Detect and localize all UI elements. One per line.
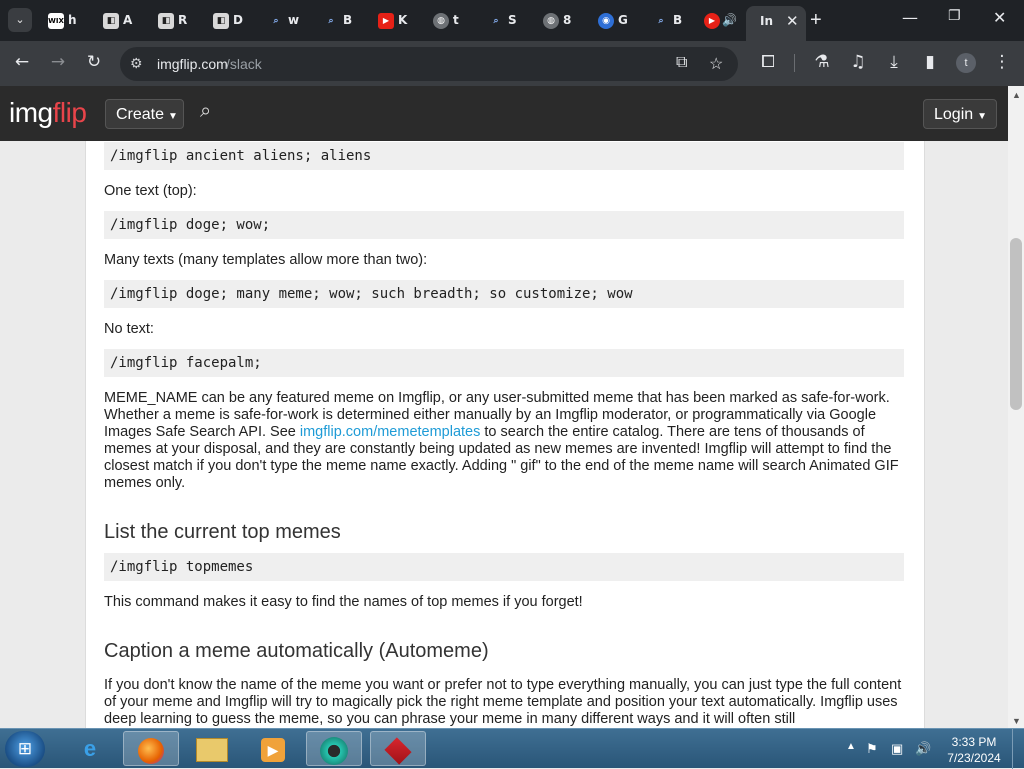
extensions-icon[interactable]: ⧠ [756, 51, 780, 73]
media-player-icon[interactable]: ▶ [245, 731, 301, 766]
tab-5[interactable]: ⌕ w [268, 9, 318, 33]
toolbar-divider [794, 54, 795, 72]
topmemes-paragraph: This command makes it easy to find the n… [104, 594, 583, 610]
forward-button[interactable]: → [46, 51, 70, 73]
internet-explorer-icon[interactable]: e [62, 731, 118, 766]
tab-3[interactable]: ◧ R [158, 9, 208, 33]
tab-search-button[interactable]: ⌄ [8, 8, 32, 32]
network-icon[interactable]: ▣ [891, 741, 903, 757]
windows-taskbar: ⊞ e ▶ ▲ ⚑ ▣ 🔊 3:33 PM 7/23/2024 [0, 728, 1024, 769]
code-example-aliens: /imgflip ancient aliens; aliens [104, 142, 904, 170]
youtube-icon: ▶ [378, 13, 394, 29]
show-desktop-button[interactable] [1012, 729, 1024, 769]
globe-icon: ◍ [543, 13, 559, 29]
label-many-texts: Many texts (many templates allow more th… [104, 252, 428, 268]
page-content: /imgflip ancient aliens; aliens One text… [0, 141, 1008, 728]
address-bar[interactable]: ⚙ imgflip.com /slack ⧉ ☆ [120, 47, 738, 81]
search-icon: ⌕ [658, 16, 664, 26]
youtube-audio-icon: ▶ [704, 13, 720, 29]
lens-icon: ◉ [598, 13, 614, 29]
firefox-icon[interactable] [123, 731, 179, 766]
tab-8[interactable]: ◍ t [433, 9, 483, 33]
tab-active-imgflip[interactable]: In ✕ [746, 6, 806, 41]
search-icon: ⌕ [273, 16, 279, 26]
close-tab-icon[interactable]: ✕ [786, 12, 799, 30]
heading-top-memes: List the current top memes [104, 521, 341, 543]
imgflip-logo[interactable]: imgflip [9, 97, 87, 129]
back-button[interactable]: ← [10, 51, 34, 73]
tab-2[interactable]: ◧ A [103, 9, 153, 33]
labs-flask-icon[interactable]: ⚗ [810, 51, 834, 73]
chevron-down-icon: ▼ [977, 111, 988, 122]
start-button[interactable]: ⊞ [5, 731, 45, 767]
label-one-text: One text (top): [104, 183, 197, 199]
wix-icon: WIX [48, 13, 64, 29]
site-info-icon[interactable]: ⚙ [130, 55, 143, 72]
chrome-like-icon[interactable] [306, 731, 362, 766]
code-example-facepalm: /imgflip facepalm; [104, 349, 904, 377]
heading-automeme: Caption a meme automatically (Automeme) [104, 640, 489, 662]
automeme-paragraph: If you don't know the name of the meme y… [104, 677, 902, 727]
site-header: imgflip Create ▼ ⌕ Login ▼ [0, 86, 1008, 141]
tab-9[interactable]: ⌕ S [488, 9, 538, 33]
profile-avatar[interactable]: t [956, 53, 976, 73]
code-example-topmemes: /imgflip topmemes [104, 553, 904, 581]
url-path: /slack [226, 56, 262, 72]
chevron-down-icon: ▼ [168, 111, 178, 122]
content-panel: /imgflip ancient aliens; aliens One text… [85, 141, 925, 728]
tab-7[interactable]: ▶ K [378, 9, 428, 33]
bookmark-star-icon[interactable]: ☆ [709, 54, 723, 74]
volume-icon[interactable]: 🔊 [915, 741, 931, 757]
scroll-down-arrow-icon[interactable]: ▼ [1012, 716, 1021, 726]
browser-toolbar: ← → ↻ ⚙ imgflip.com /slack ⧉ ☆ ⧠ ⚗ ♫ ⤓ ▮… [0, 41, 1024, 86]
tab-12[interactable]: ⌕ B [653, 9, 703, 33]
page-icon: ◧ [158, 13, 174, 29]
media-control-icon[interactable]: ♫ [846, 51, 870, 73]
tab-11[interactable]: ◉ G [598, 9, 648, 33]
new-tab-button[interactable]: + [810, 9, 822, 31]
label-no-text: No text: [104, 321, 154, 337]
action-center-flag-icon[interactable]: ⚑ [866, 741, 878, 757]
page-icon: ◧ [103, 13, 119, 29]
tab-6[interactable]: ⌕ B [323, 9, 373, 33]
tab-4[interactable]: ◧ D [213, 9, 263, 33]
page-scrollbar[interactable]: ▲ ▼ [1008, 86, 1024, 728]
file-explorer-icon[interactable] [184, 731, 240, 766]
install-app-icon[interactable]: ⧉ [676, 54, 687, 72]
system-clock[interactable]: 3:33 PM 7/23/2024 [944, 734, 1004, 766]
login-button[interactable]: Login ▼ [923, 99, 997, 129]
search-icon: ⌕ [493, 16, 499, 26]
tab-10[interactable]: ◍ 8 [543, 9, 593, 33]
download-icon[interactable]: ⤓ [882, 51, 906, 73]
search-icon: ⌕ [328, 16, 334, 26]
tray-overflow-icon[interactable]: ▲ [846, 741, 856, 752]
search-icon[interactable]: ⌕ [200, 100, 211, 123]
restore-button[interactable]: ❐ [948, 8, 961, 24]
memetemplates-link[interactable]: imgflip.com/memetemplates [300, 424, 481, 440]
url-host: imgflip.com [157, 56, 228, 72]
meme-name-paragraph: MEME_NAME can be any featured meme on Im… [104, 390, 899, 491]
create-button[interactable]: Create ▼ [105, 99, 184, 129]
browser-tab-strip: ⌄ WIX h ◧ A ◧ R ◧ D ⌕ w ⌕ B ▶ K ◍ t ⌕ S … [0, 0, 1024, 41]
close-window-button[interactable]: ✕ [993, 8, 1006, 27]
side-panel-icon[interactable]: ▮ [918, 51, 942, 73]
app-red-icon[interactable] [370, 731, 426, 766]
page-icon: ◧ [213, 13, 229, 29]
speaker-icon: 🔊 [722, 13, 737, 27]
scrollbar-thumb[interactable] [1010, 238, 1022, 410]
more-menu-icon[interactable]: ⋮ [990, 51, 1014, 73]
globe-icon: ◍ [433, 13, 449, 29]
scroll-up-arrow-icon[interactable]: ▲ [1012, 90, 1021, 100]
reload-button[interactable]: ↻ [82, 51, 106, 73]
tab-1[interactable]: WIX h [48, 9, 98, 33]
code-example-many: /imgflip doge; many meme; wow; such brea… [104, 280, 904, 308]
tab-13[interactable]: ▶ 🔊 [704, 9, 744, 33]
windows-logo-icon: ⊞ [17, 739, 33, 758]
code-example-doge: /imgflip doge; wow; [104, 211, 904, 239]
minimize-button[interactable]: — [902, 8, 918, 27]
